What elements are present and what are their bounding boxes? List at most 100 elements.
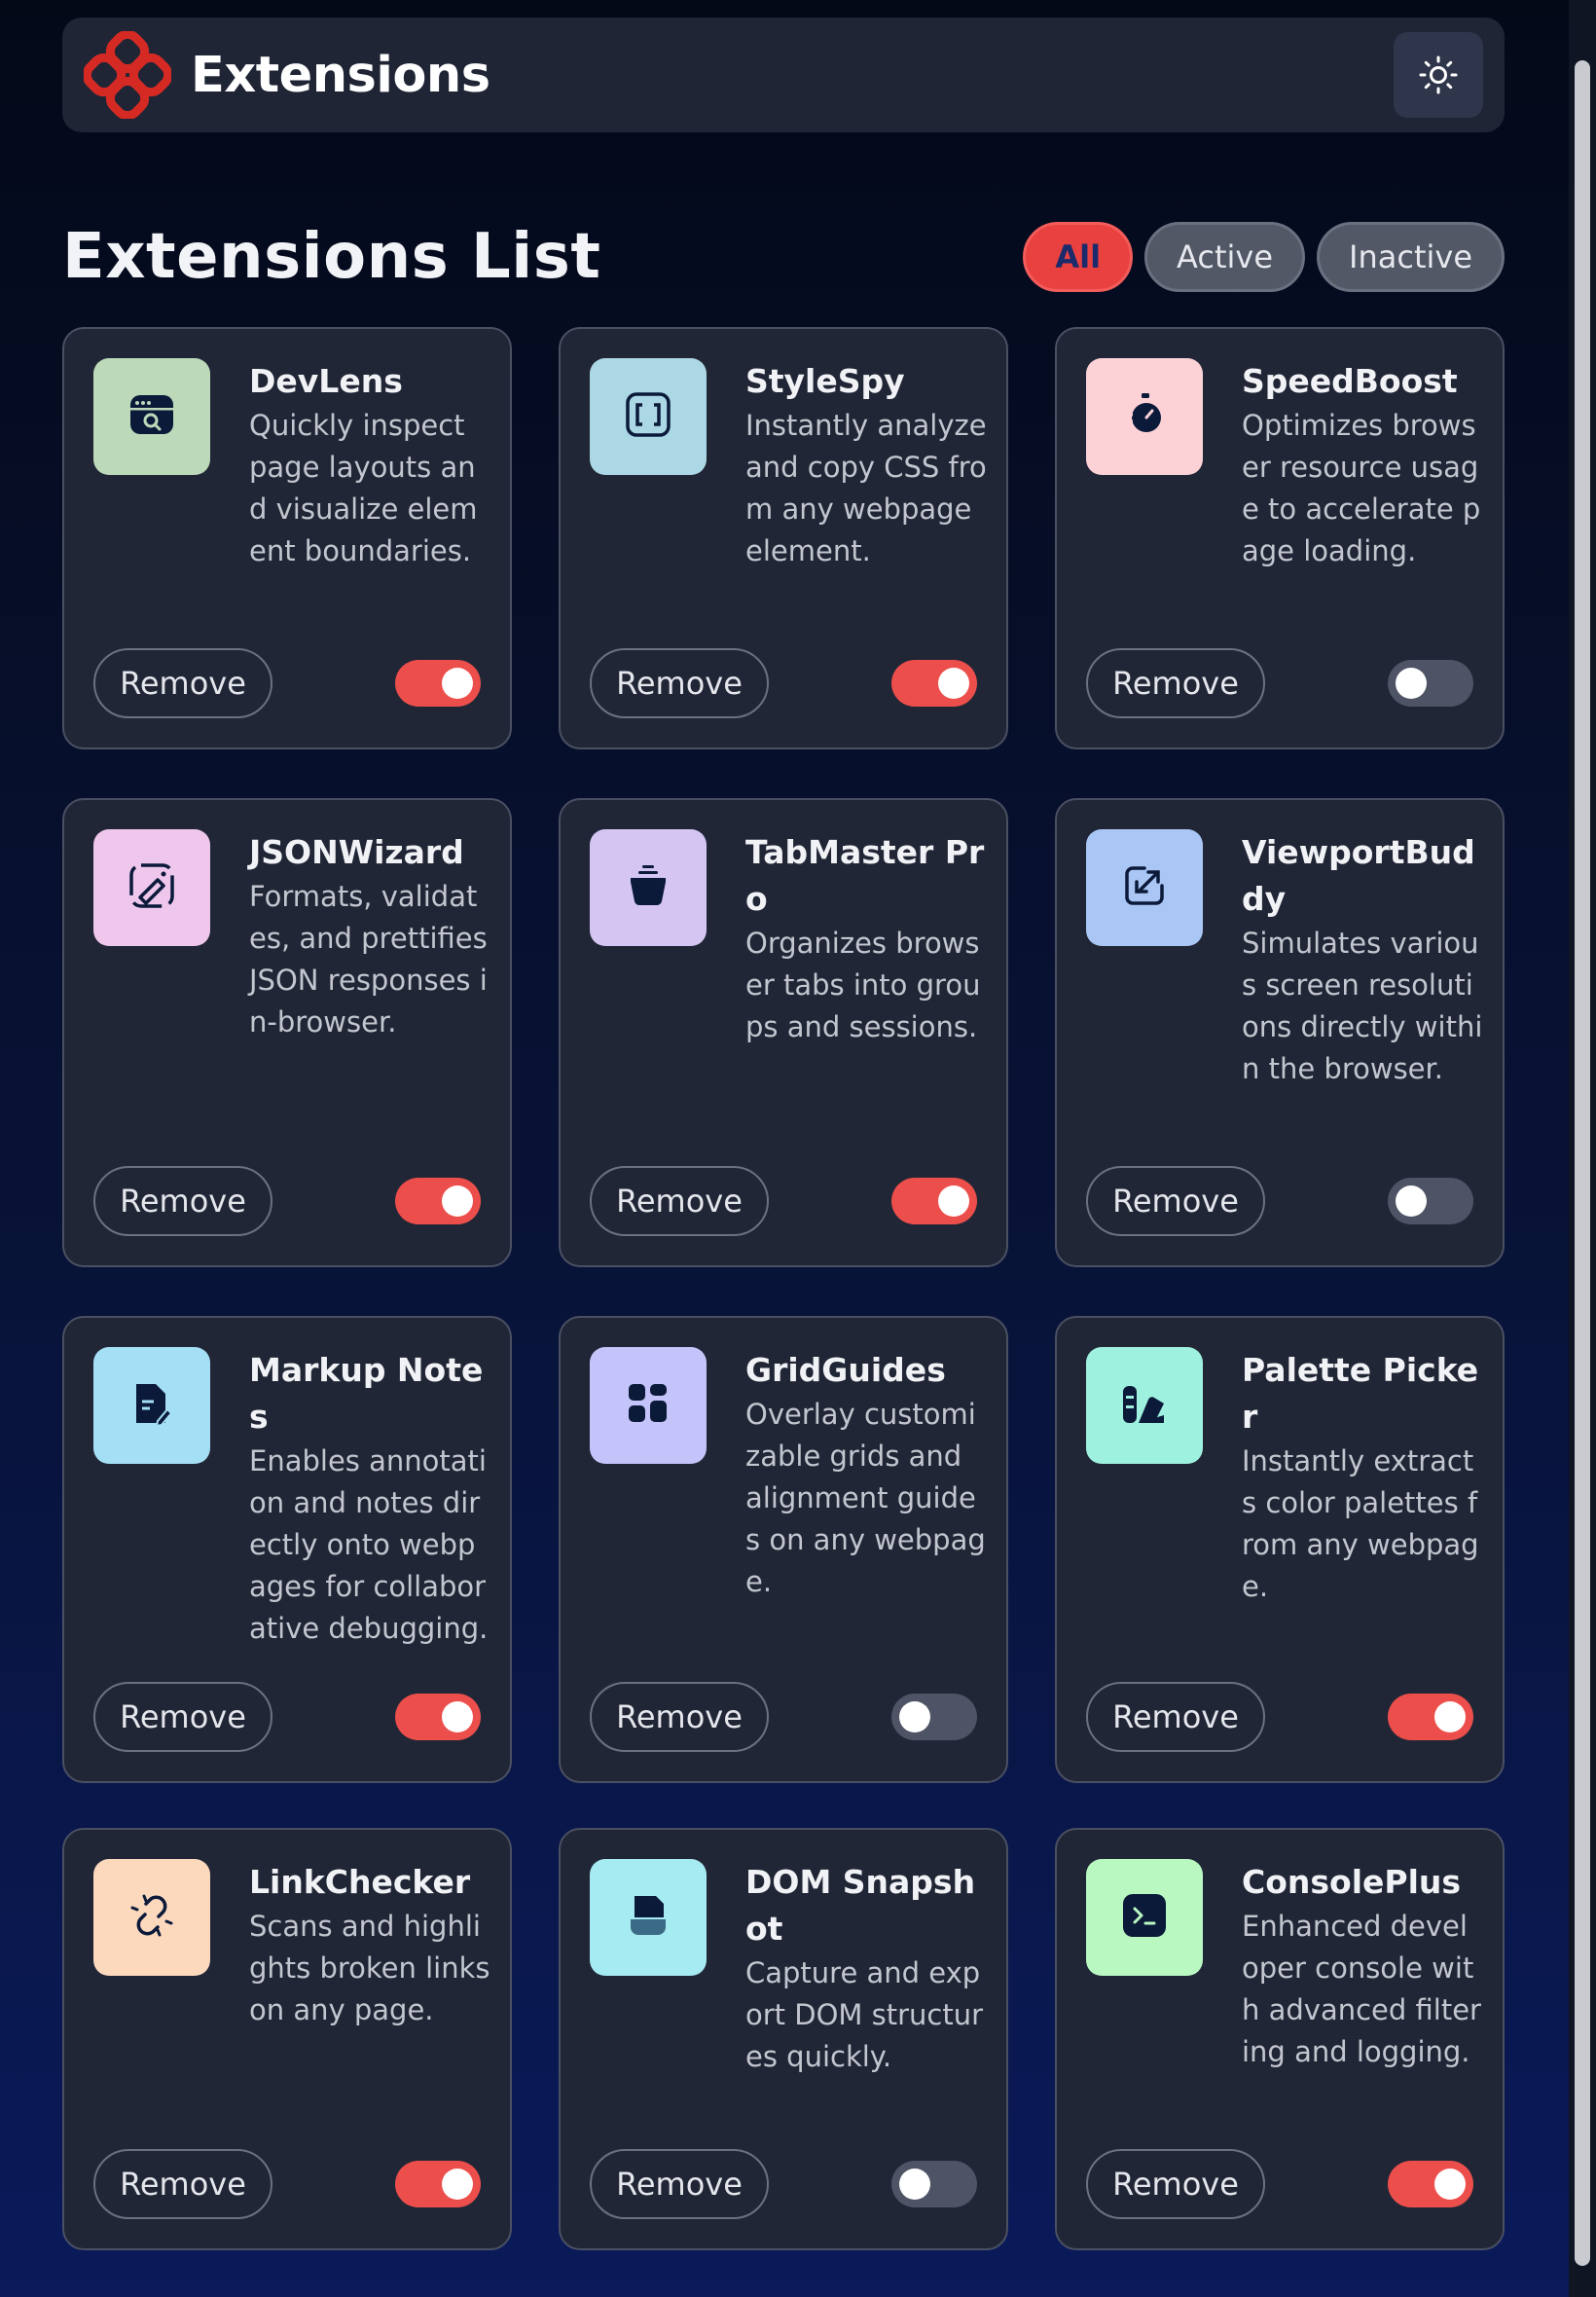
toggle-knob — [899, 1701, 930, 1732]
card-actions: Remove — [590, 648, 977, 718]
extension-name: Markup Notes — [249, 1351, 484, 1436]
filter-active-button[interactable]: Active — [1144, 222, 1306, 292]
extension-description: Overlay customizable grids and alignment… — [745, 1398, 986, 1598]
extension-card: TabMaster Pro Organizes browser tabs into… — [559, 798, 1008, 1267]
extension-name: GridGuides — [745, 1351, 946, 1389]
extension-card: LinkChecker Scans and highlights broken l… — [62, 1828, 512, 2250]
extension-card: GridGuides Overlay customizable grids and… — [559, 1316, 1008, 1783]
extension-description: Enables annotation and notes directly on… — [249, 1444, 489, 1645]
card-actions: Remove — [1086, 2149, 1473, 2219]
extension-icon-tile — [590, 829, 707, 946]
card-header: TabMaster Pro Organizes browser tabs into… — [590, 829, 987, 1048]
jsonwizard-icon — [123, 857, 181, 919]
devlens-icon — [123, 385, 181, 448]
stylespy-icon — [619, 385, 677, 448]
card-text: DOM Snapshot Capture and export DOM struc… — [745, 1859, 987, 2078]
remove-button[interactable]: Remove — [93, 1682, 272, 1752]
page-title: Extensions List — [62, 221, 601, 293]
toggle-knob — [938, 1185, 969, 1217]
card-header: Palette Picker Instantly extracts color p… — [1086, 1347, 1483, 1608]
extension-icon-tile — [1086, 1347, 1203, 1464]
active-toggle[interactable] — [1388, 1694, 1473, 1740]
extension-icon-tile — [93, 1347, 210, 1464]
extension-card: ConsolePlus Enhanced developer console wi… — [1055, 1828, 1505, 2250]
extension-icon-tile — [1086, 1859, 1203, 1976]
card-text: TabMaster Pro Organizes browser tabs into… — [745, 829, 987, 1048]
extension-description: Formats, validates, and prettifies JSON … — [249, 880, 488, 1039]
toggle-knob — [442, 1701, 473, 1732]
extension-card: JSONWizard Formats, validates, and pretti… — [62, 798, 512, 1267]
extension-card: DevLens Quickly inspect page layouts and … — [62, 327, 512, 749]
card-header: StyleSpy Instantly analyze and copy CSS f… — [590, 358, 987, 572]
toggle-knob — [442, 2169, 473, 2200]
active-toggle[interactable] — [395, 2161, 481, 2207]
extension-name: ViewportBuddy — [1242, 833, 1475, 918]
remove-button[interactable]: Remove — [93, 1166, 272, 1236]
active-toggle[interactable] — [1388, 660, 1473, 707]
active-toggle[interactable] — [891, 2161, 977, 2207]
extension-description: Capture and export DOM structures quickl… — [745, 1956, 984, 2073]
active-toggle[interactable] — [395, 1694, 481, 1740]
card-header: LinkChecker Scans and highlights broken l… — [93, 1859, 490, 2031]
card-actions: Remove — [93, 1166, 481, 1236]
active-toggle[interactable] — [891, 1694, 977, 1740]
remove-button[interactable]: Remove — [590, 2149, 769, 2219]
extension-description: Scans and highlights broken links on any… — [249, 1910, 490, 2026]
brand-title: Extensions — [191, 46, 490, 104]
toggle-knob — [442, 1185, 473, 1217]
card-actions: Remove — [590, 1166, 977, 1236]
remove-button[interactable]: Remove — [590, 1166, 769, 1236]
extension-card: SpeedBoost Optimizes browser resource usa… — [1055, 327, 1505, 749]
active-toggle[interactable] — [1388, 2161, 1473, 2207]
active-toggle[interactable] — [891, 1178, 977, 1224]
active-toggle[interactable] — [395, 660, 481, 707]
card-actions: Remove — [1086, 648, 1473, 718]
toggle-knob — [1434, 1701, 1466, 1732]
remove-button[interactable]: Remove — [1086, 648, 1265, 718]
remove-button[interactable]: Remove — [93, 648, 272, 718]
card-header: DOM Snapshot Capture and export DOM struc… — [590, 1859, 987, 2078]
card-header: JSONWizard Formats, validates, and pretti… — [93, 829, 490, 1043]
viewportbuddy-icon — [1115, 857, 1174, 919]
scrollbar-thumb[interactable] — [1575, 60, 1590, 2266]
card-text: ConsolePlus Enhanced developer console wi… — [1242, 1859, 1483, 2073]
card-text: DevLens Quickly inspect page layouts and … — [249, 358, 490, 572]
domsnapshot-icon — [619, 1886, 677, 1949]
card-actions: Remove — [590, 1682, 977, 1752]
card-actions: Remove — [590, 2149, 977, 2219]
scrollbar[interactable] — [1569, 0, 1596, 2297]
toggle-knob — [1434, 2169, 1466, 2200]
card-header: DevLens Quickly inspect page layouts and … — [93, 358, 490, 572]
card-header: ViewportBuddy Simulates various screen re… — [1086, 829, 1483, 1090]
extension-description: Enhanced developer console with advanced… — [1242, 1910, 1481, 2068]
remove-button[interactable]: Remove — [590, 648, 769, 718]
remove-button[interactable]: Remove — [1086, 1166, 1265, 1236]
extension-icon-tile — [590, 1347, 707, 1464]
extension-card: Markup Notes Enables annotation and notes… — [62, 1316, 512, 1783]
active-toggle[interactable] — [395, 1178, 481, 1224]
extensions-logo-icon — [84, 31, 171, 119]
consoleplus-icon — [1115, 1886, 1174, 1949]
filter-all-button[interactable]: All — [1023, 222, 1134, 292]
remove-button[interactable]: Remove — [93, 2149, 272, 2219]
card-actions: Remove — [1086, 1166, 1473, 1236]
card-text: ViewportBuddy Simulates various screen re… — [1242, 829, 1483, 1090]
remove-button[interactable]: Remove — [590, 1682, 769, 1752]
toggle-knob — [938, 668, 969, 699]
active-toggle[interactable] — [1388, 1178, 1473, 1224]
card-header: Markup Notes Enables annotation and notes… — [93, 1347, 490, 1650]
remove-button[interactable]: Remove — [1086, 2149, 1265, 2219]
remove-button[interactable]: Remove — [1086, 1682, 1265, 1752]
speedboost-icon — [1115, 385, 1174, 448]
extension-icon-tile — [590, 358, 707, 475]
extension-name: DevLens — [249, 362, 403, 400]
filter-inactive-button[interactable]: Inactive — [1317, 222, 1505, 292]
active-toggle[interactable] — [891, 660, 977, 707]
card-actions: Remove — [93, 1682, 481, 1752]
extension-card: DOM Snapshot Capture and export DOM struc… — [559, 1828, 1008, 2250]
extension-description: Instantly analyze and copy CSS from any … — [745, 409, 987, 567]
theme-toggle-button[interactable] — [1394, 32, 1483, 118]
extension-name: JSONWizard — [249, 833, 464, 871]
extension-description: Instantly extracts color palettes from a… — [1242, 1444, 1479, 1603]
extension-description: Simulates various screen resolutions dir… — [1242, 927, 1483, 1085]
